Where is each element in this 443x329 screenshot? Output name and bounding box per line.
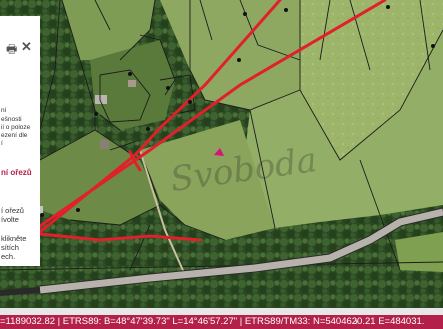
building: [128, 80, 136, 87]
coordinates-readout: =1189032.82 | ETRS89: B=48°47'39.73" L=1…: [0, 316, 425, 327]
panel-line: sítích: [1, 243, 19, 252]
horizontal-scrollbar[interactable]: [0, 308, 443, 315]
panel-line: ešnosti: [1, 116, 22, 123]
panel-line: klikněte: [1, 234, 27, 243]
map-view[interactable]: Svoboda: [0, 0, 443, 308]
panel-line: ii o poloze: [1, 124, 31, 131]
building: [100, 140, 109, 149]
panel-line: í ořezů: [1, 206, 24, 215]
panel-line: ní: [1, 107, 7, 114]
panel-heading: ní ořezů: [1, 168, 32, 177]
chevron-right-icon[interactable]: ›: [354, 315, 358, 329]
road-edge: [0, 287, 41, 296]
panel-line: í: [1, 140, 3, 147]
coordinates-statusbar: =1189032.82 | ETRS89: B=48°47'39.73" L=1…: [0, 315, 443, 329]
panel-line: ívolte: [1, 215, 19, 224]
panel-line: ezení dle: [1, 132, 28, 139]
side-info-panel: 🖶 ✕ ní ešnosti ii o poloze ezení dle í n…: [0, 16, 40, 266]
close-icon[interactable]: ✕: [21, 39, 32, 55]
print-icon[interactable]: 🖶: [6, 40, 17, 61]
map-canvas[interactable]: [0, 0, 443, 308]
panel-line: ech.: [1, 252, 16, 261]
